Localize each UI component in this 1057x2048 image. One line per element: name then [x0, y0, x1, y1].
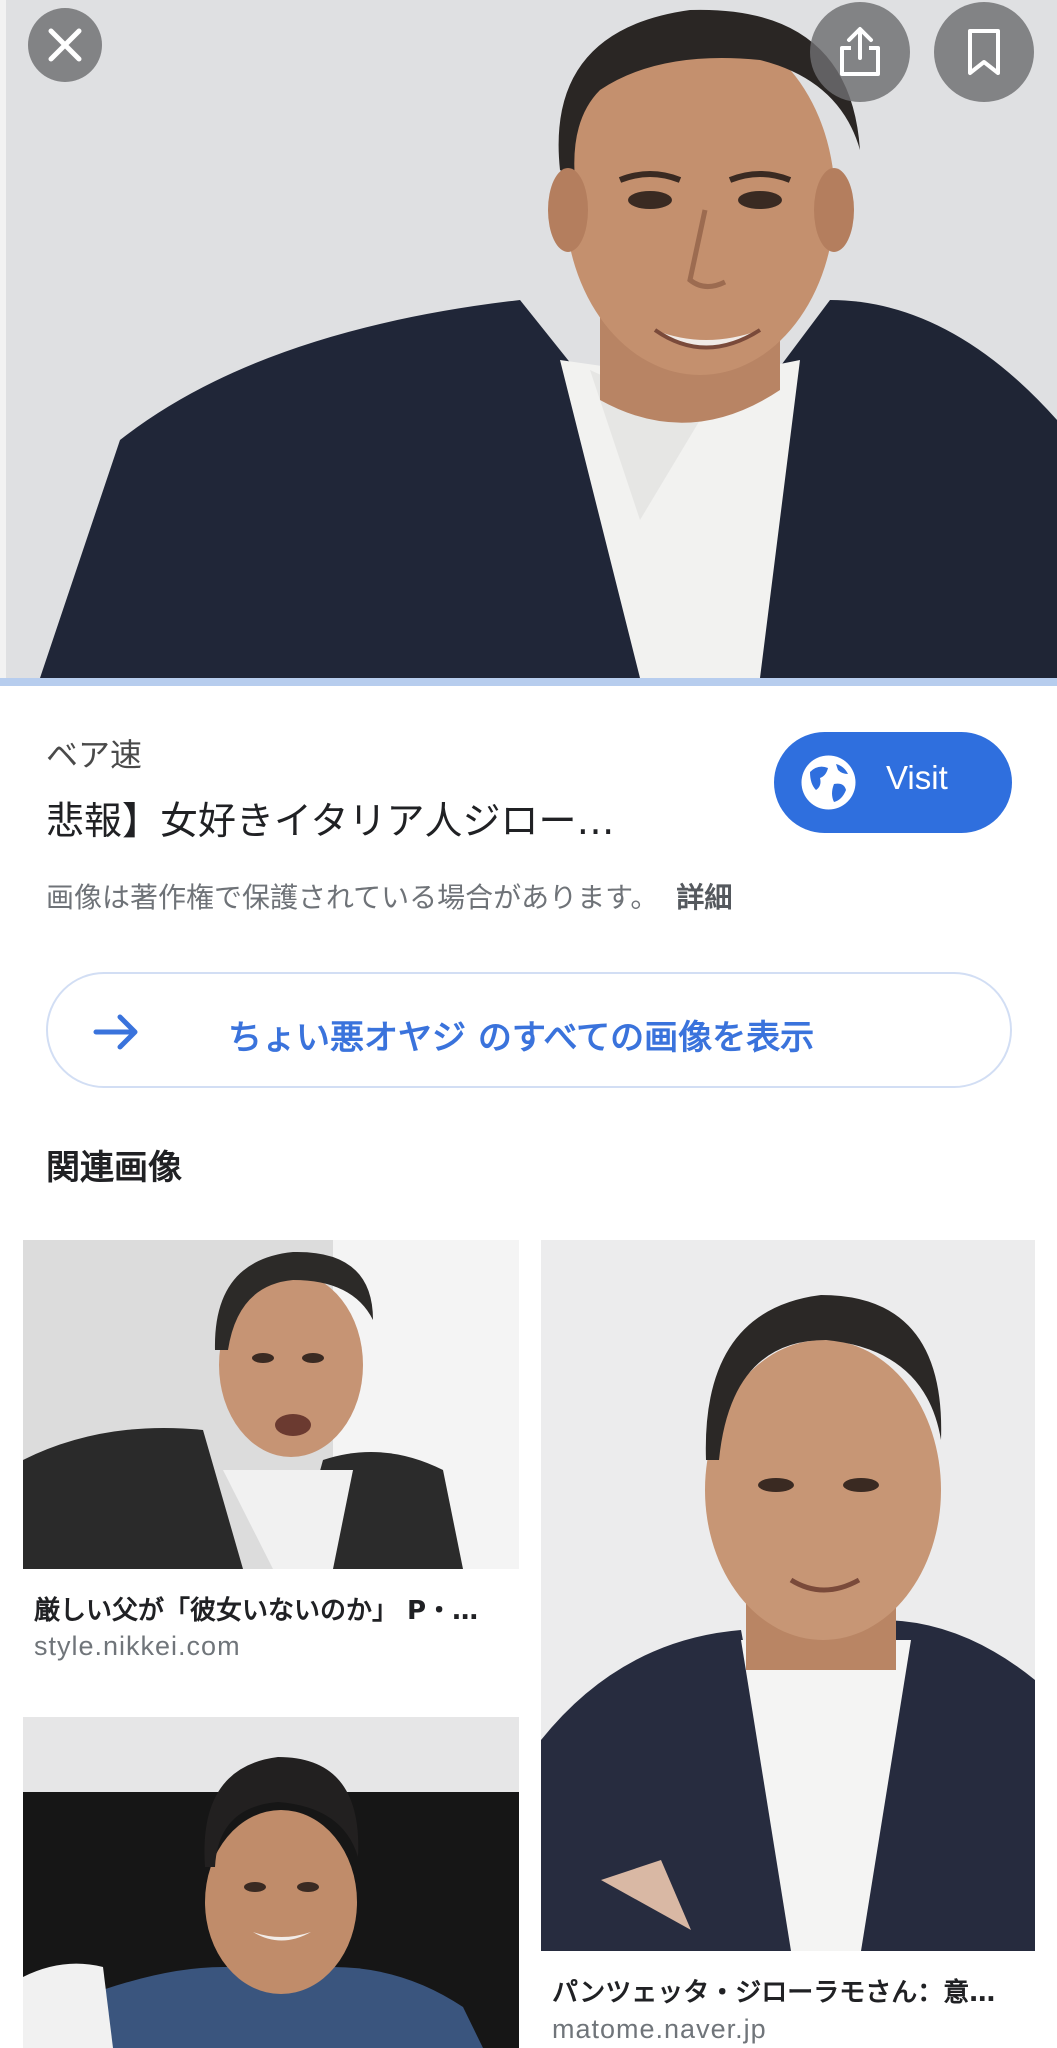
view-all-images-button[interactable]: ちょい悪オヤジ のすべての画像を表示: [46, 972, 1012, 1088]
globe-icon: [801, 755, 856, 810]
related-thumbnail-2[interactable]: [541, 1240, 1035, 1951]
related-photo-2: [541, 1240, 1035, 1951]
visit-button[interactable]: Visit: [774, 732, 1012, 833]
copyright-text: 画像は著作権で保護されている場合があります。: [46, 881, 659, 914]
related-thumbnail-1[interactable]: [23, 1240, 519, 1569]
portrait-photo: [0, 0, 1057, 678]
related-caption-1[interactable]: 厳しい父が「彼女いないのか」 P・…: [34, 1590, 504, 1627]
arrow-right-icon: [93, 1014, 138, 1050]
page-title[interactable]: 悲報】女好きイタリア人ジロー…: [46, 790, 746, 845]
related-photo-1: [23, 1240, 519, 1569]
image-viewer: ベア速 悲報】女好きイタリア人ジロー… Visit 画像は著作権で保護されている…: [0, 0, 1057, 2048]
related-images-heading: 関連画像: [46, 1148, 182, 1188]
related-caption-2[interactable]: パンツェッタ・ジローラモさん：意…: [552, 1972, 1022, 2009]
hero-image[interactable]: [0, 0, 1057, 686]
related-domain-2: matome.naver.jp: [552, 2014, 767, 2044]
detail-link[interactable]: 詳細: [676, 881, 732, 914]
share-button[interactable]: [810, 2, 910, 102]
view-all-label: ちょい悪オヤジ のすべての画像を表示: [228, 1018, 815, 1058]
related-domain-1: style.nikkei.com: [34, 1631, 241, 1661]
related-photo-3: [23, 1717, 519, 2048]
share-icon: [840, 27, 880, 76]
close-button[interactable]: [28, 8, 102, 82]
close-icon: [48, 28, 82, 62]
copyright-notice: 画像は著作権で保護されている場合があります。 詳細: [46, 876, 732, 916]
visit-button-label: Visit: [886, 759, 948, 796]
bookmark-icon: [968, 29, 1000, 75]
hero-image-border: [0, 678, 1057, 686]
source-site-name[interactable]: ベア速: [46, 730, 142, 776]
bookmark-button[interactable]: [934, 2, 1034, 102]
related-thumbnail-3[interactable]: [23, 1717, 519, 2048]
